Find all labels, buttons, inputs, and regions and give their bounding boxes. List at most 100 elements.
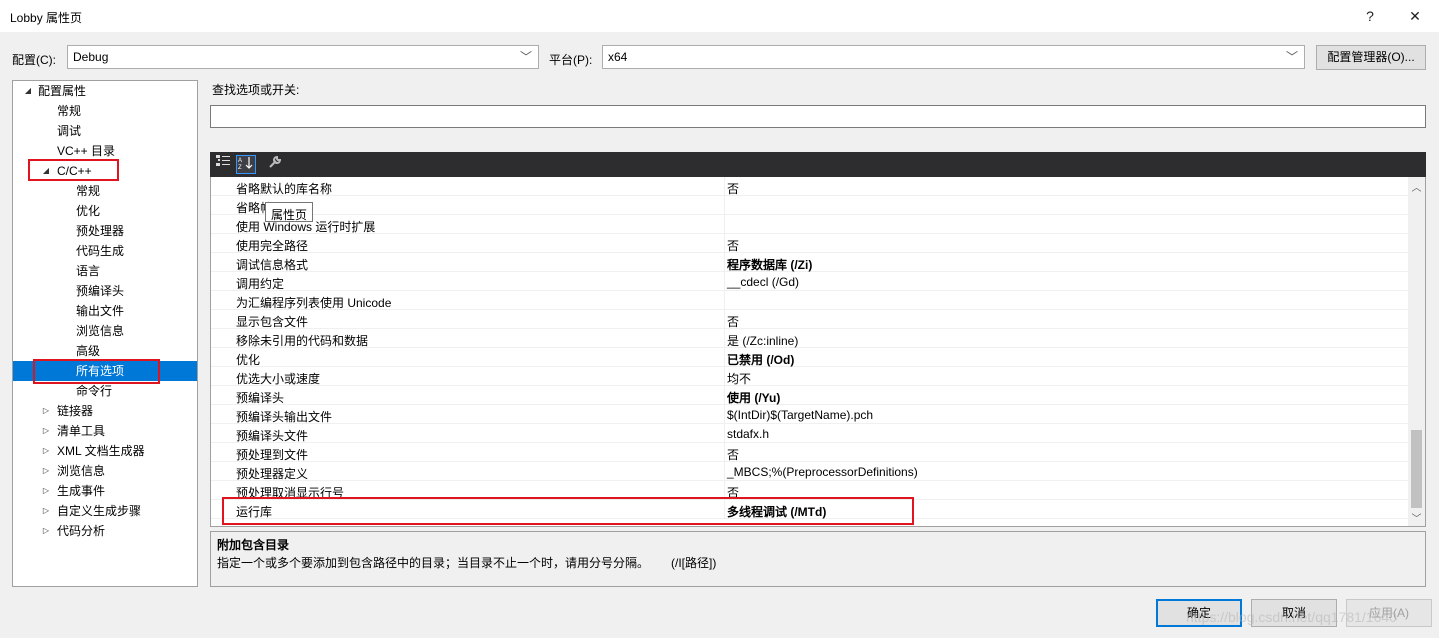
tree-item-all-options[interactable]: 所有选项: [13, 361, 197, 381]
expanded-icon[interactable]: ◢: [40, 161, 52, 181]
description-pane: 附加包含目录 指定一个或多个要添加到包含路径中的目录；当目录不止一个时，请用分号…: [210, 531, 1426, 587]
description-text-line: 指定一个或多个要添加到包含路径中的目录；当目录不止一个时，请用分号分隔。 (/I[…: [217, 554, 716, 571]
property-value[interactable]: 否: [727, 484, 739, 501]
close-button[interactable]: ✕: [1405, 6, 1425, 26]
property-value[interactable]: 否: [727, 313, 739, 330]
config-manager-button[interactable]: 配置管理器(O)...: [1316, 45, 1426, 70]
tree-item-config-properties[interactable]: ◢ 配置属性: [13, 81, 197, 101]
property-row[interactable]: 预处理到文件 否: [211, 443, 1409, 462]
tree-item-custom-build-step[interactable]: ▷ 自定义生成步骤: [13, 501, 197, 521]
wrench-icon[interactable]: [265, 155, 285, 174]
property-name: 预处理取消显示行号: [236, 486, 345, 500]
property-value[interactable]: 使用 (/Yu): [727, 389, 780, 406]
platform-value: x64: [608, 50, 628, 64]
collapsed-icon[interactable]: ▷: [40, 441, 52, 461]
property-row[interactable]: 预编译头输出文件 $(IntDir)$(TargetName).pch: [211, 405, 1409, 424]
property-value[interactable]: 程序数据库 (/Zi): [727, 256, 812, 273]
collapsed-icon[interactable]: ▷: [40, 481, 52, 501]
property-row[interactable]: 省略默认的库名称 否: [211, 177, 1409, 196]
tree-item-browse-information[interactable]: 浏览信息: [13, 321, 197, 341]
property-value[interactable]: _MBCS;%(PreprocessorDefinitions): [727, 465, 918, 479]
property-value[interactable]: $(IntDir)$(TargetName).pch: [727, 408, 873, 422]
property-name: 优化: [236, 353, 261, 367]
tree-item-preprocessor[interactable]: 预处理器: [13, 221, 197, 241]
property-row[interactable]: 使用完全路径 否: [211, 234, 1409, 253]
tree-item-manifest-tool[interactable]: ▷ 清单工具: [13, 421, 197, 441]
config-dropdown[interactable]: Debug ﹀: [67, 45, 539, 69]
collapsed-icon[interactable]: ▷: [40, 521, 52, 541]
tree-item-cpp[interactable]: ◢ C/C++: [13, 161, 197, 181]
property-grid-toolbar: AZ: [210, 152, 1426, 177]
property-value[interactable]: 多线程调试 (/MTd): [727, 503, 826, 520]
property-name: 优选大小或速度: [236, 372, 321, 386]
property-row[interactable]: 优选大小或速度 均不: [211, 367, 1409, 386]
tree-item-general[interactable]: 常规: [13, 101, 197, 121]
expanded-icon[interactable]: ◢: [22, 81, 34, 101]
tree-item-linker[interactable]: ▷ 链接器: [13, 401, 197, 421]
property-name: 移除未引用的代码和数据: [236, 334, 369, 348]
description-text: 指定一个或多个要添加到包含路径中的目录；当目录不止一个时，请用分号分隔。: [217, 556, 650, 570]
property-row[interactable]: 预编译头文件 stdafx.h: [211, 424, 1409, 443]
tree-item-code-analysis[interactable]: ▷ 代码分析: [13, 521, 197, 541]
property-name: 调试信息格式: [236, 258, 309, 272]
tree-item-precompiled-headers[interactable]: 预编译头: [13, 281, 197, 301]
property-name: 预处理器定义: [236, 467, 309, 481]
tooltip: 属性页: [265, 202, 314, 222]
scroll-thumb[interactable]: [1411, 430, 1422, 508]
tree-item-output-files[interactable]: 输出文件: [13, 301, 197, 321]
property-name: 省略默认的库名称: [236, 182, 333, 196]
property-row[interactable]: 为汇编程序列表使用 Unicode: [211, 291, 1409, 310]
description-title: 附加包含目录: [217, 538, 290, 552]
tree-item-advanced[interactable]: 高级: [13, 341, 197, 361]
tree-item-browse-info[interactable]: ▷ 浏览信息: [13, 461, 197, 481]
property-row[interactable]: 优化 已禁用 (/Od): [211, 348, 1409, 367]
property-value[interactable]: stdafx.h: [727, 427, 769, 441]
property-value[interactable]: 否: [727, 180, 739, 197]
scroll-down-icon[interactable]: ﹀: [1408, 510, 1425, 525]
property-value[interactable]: 否: [727, 237, 739, 254]
property-row[interactable]: 预编译头 使用 (/Yu): [211, 386, 1409, 405]
svg-text:Z: Z: [238, 165, 242, 170]
tree-item-debugging[interactable]: 调试: [13, 121, 197, 141]
help-button[interactable]: ?: [1360, 6, 1380, 26]
collapsed-icon[interactable]: ▷: [40, 401, 52, 421]
property-name: 运行库: [236, 505, 273, 519]
tree-item-xml-doc-generator[interactable]: ▷ XML 文档生成器: [13, 441, 197, 461]
collapsed-icon[interactable]: ▷: [40, 461, 52, 481]
property-row[interactable]: 移除未引用的代码和数据 是 (/Zc:inline): [211, 329, 1409, 348]
tree-item-build-events[interactable]: ▷ 生成事件: [13, 481, 197, 501]
property-value[interactable]: 均不: [727, 370, 751, 387]
tree-item-vc-directories[interactable]: VC++ 目录: [13, 141, 197, 161]
alphabetical-icon[interactable]: AZ: [236, 155, 256, 174]
collapsed-icon[interactable]: ▷: [40, 501, 52, 521]
property-value[interactable]: 已禁用 (/Od): [727, 351, 794, 368]
platform-dropdown[interactable]: x64 ﹀: [602, 45, 1305, 69]
property-name: 调用约定: [236, 277, 285, 291]
tree-item-optimization[interactable]: 优化: [13, 201, 197, 221]
property-name: 预编译头输出文件: [236, 410, 333, 424]
property-row[interactable]: 显示包含文件 否: [211, 310, 1409, 329]
tree-item-code-generation[interactable]: 代码生成: [13, 241, 197, 261]
property-row[interactable]: 运行库 多线程调试 (/MTd): [211, 500, 1409, 519]
property-row[interactable]: 使用 Windows 运行时扩展: [211, 215, 1409, 234]
tree-item-command-line[interactable]: 命令行: [13, 381, 197, 401]
tree-item-cpp-general[interactable]: 常规: [13, 181, 197, 201]
property-tree[interactable]: ◢ 配置属性 常规 调试 VC++ 目录 ◢ C/C++ 常规 优化 预处理器 …: [12, 80, 198, 587]
chevron-down-icon: ﹀: [1285, 50, 1298, 64]
categorized-icon[interactable]: [213, 155, 233, 174]
property-row[interactable]: 调用约定 __cdecl (/Gd): [211, 272, 1409, 291]
property-value[interactable]: 是 (/Zc:inline): [727, 332, 798, 349]
property-grid[interactable]: 省略默认的库名称 否 省略帧 使用 Windows 运行时扩展 使用完全路径 否…: [210, 177, 1426, 527]
vertical-scrollbar[interactable]: ︿ ﹀: [1408, 177, 1425, 526]
tree-item-language[interactable]: 语言: [13, 261, 197, 281]
property-value[interactable]: __cdecl (/Gd): [727, 275, 799, 289]
search-input[interactable]: [210, 105, 1426, 128]
property-row[interactable]: 预处理取消显示行号 否: [211, 481, 1409, 500]
property-row[interactable]: 调试信息格式 程序数据库 (/Zi): [211, 253, 1409, 272]
property-value[interactable]: 否: [727, 446, 739, 463]
property-row[interactable]: 预处理器定义 _MBCS;%(PreprocessorDefinitions): [211, 462, 1409, 481]
collapsed-icon[interactable]: ▷: [40, 421, 52, 441]
property-row[interactable]: 省略帧: [211, 196, 1409, 215]
scroll-up-icon[interactable]: ︿: [1408, 179, 1425, 194]
property-name: 预编译头: [236, 391, 285, 405]
